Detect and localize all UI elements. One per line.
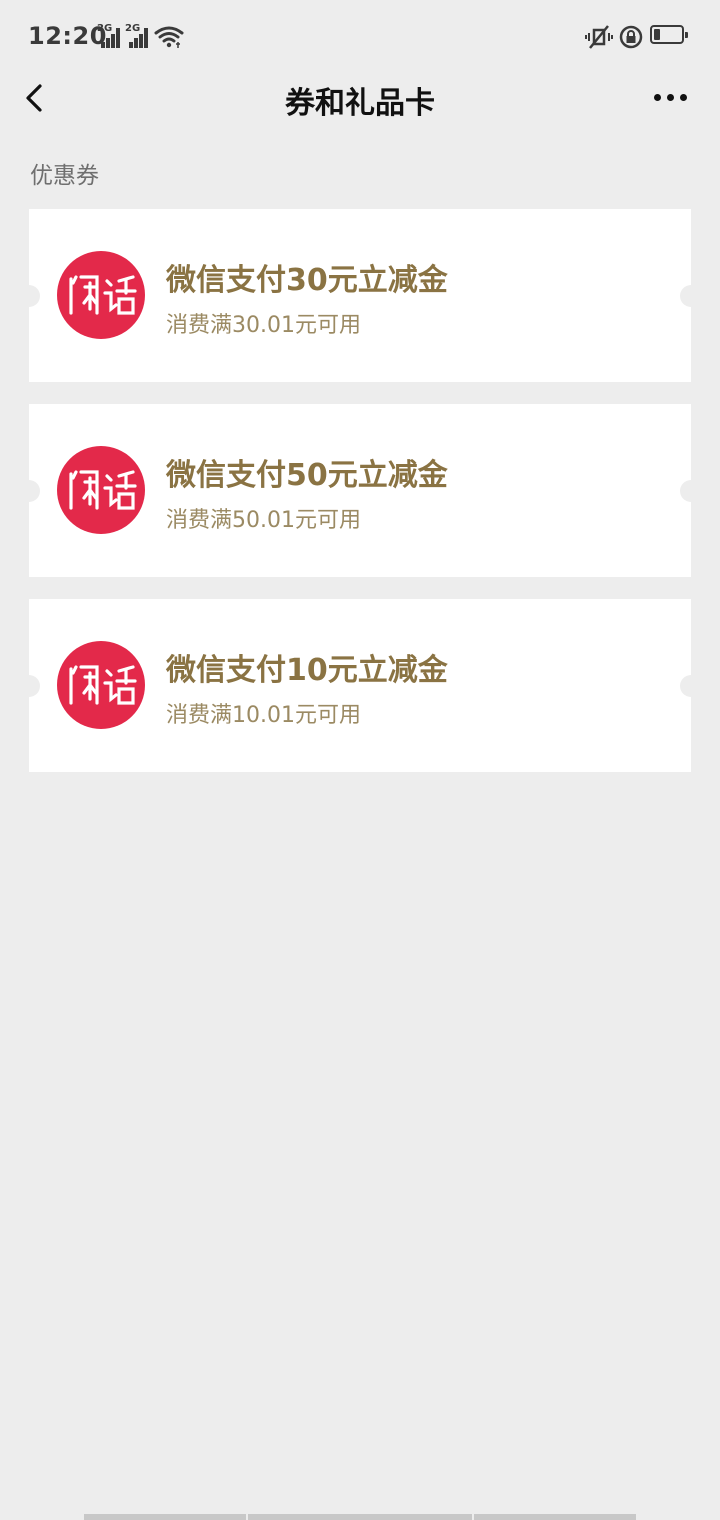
- coupon-card[interactable]: 闲话 微信支付50元立减金 消费满50.01元可用: [18, 404, 702, 577]
- coupon-condition: 消费满50.01元可用: [166, 508, 361, 533]
- home-indicator[interactable]: [474, 1514, 636, 1520]
- coupon-card[interactable]: 闲话 微信支付10元立减金 消费满10.01元可用: [18, 599, 702, 772]
- section-label-coupons: 优惠券: [30, 163, 99, 189]
- status-bar: 12:20 2G 2G: [0, 0, 720, 72]
- status-time: 12:20: [28, 22, 107, 50]
- network-type-label-2: 2G: [125, 23, 141, 34]
- coupon-condition: 消费满30.01元可用: [166, 313, 361, 338]
- cellular-signal-icon: 2G: [97, 24, 123, 48]
- page-title: 券和礼品卡: [285, 86, 435, 121]
- merchant-logo: 闲话: [57, 641, 145, 729]
- cellular-signal-icon-2: 2G: [125, 24, 151, 48]
- home-indicator[interactable]: [84, 1514, 246, 1520]
- more-options-icon[interactable]: [648, 82, 692, 112]
- merchant-logo: 闲话: [57, 251, 145, 339]
- coupon-title: 微信支付50元立减金: [166, 458, 448, 493]
- rotation-lock-icon: [619, 25, 643, 49]
- coupon-title: 微信支付30元立减金: [166, 263, 448, 298]
- merchant-logo: 闲话: [57, 446, 145, 534]
- coupon-card[interactable]: 闲话 微信支付30元立减金 消费满30.01元可用: [18, 209, 702, 382]
- coupon-condition: 消费满10.01元可用: [166, 703, 361, 728]
- vibrate-mute-icon: [585, 25, 613, 49]
- coupon-title: 微信支付10元立减金: [166, 653, 448, 688]
- home-indicator[interactable]: [248, 1514, 472, 1520]
- wifi-icon: [154, 26, 184, 48]
- navigation-bar: 券和礼品卡: [0, 72, 720, 122]
- network-type-label: 2G: [97, 23, 113, 34]
- battery-icon: [650, 25, 688, 44]
